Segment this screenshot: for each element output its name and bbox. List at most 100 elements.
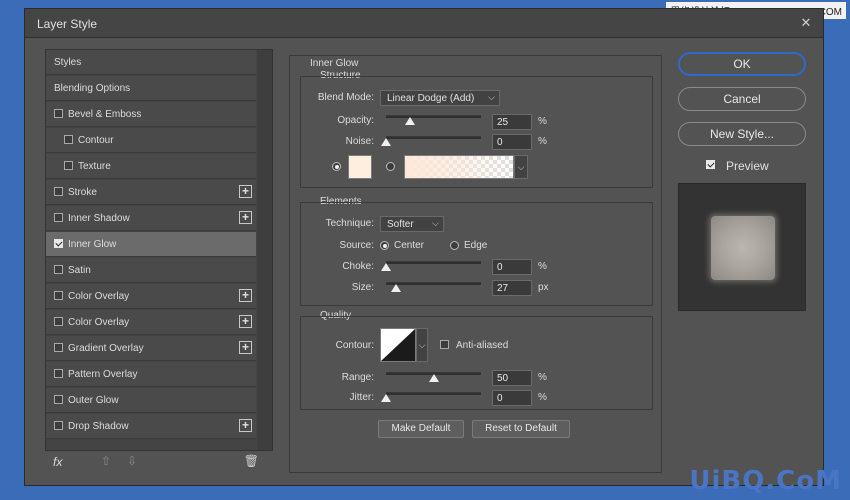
sidebar-item-checkbox[interactable] [54,343,63,352]
sidebar-item[interactable]: Color Overlay + [46,310,256,335]
jitter-slider-thumb[interactable] [381,394,391,402]
choke-input[interactable]: 0 [492,259,532,275]
add-effect-icon[interactable]: + [239,211,252,224]
opacity-slider-thumb[interactable] [404,117,415,125]
size-label: Size: [351,282,374,293]
add-effect-icon[interactable]: + [239,185,252,198]
sidebar-item[interactable]: Pattern Overlay [46,362,256,387]
sidebar-item-checkbox[interactable] [54,187,63,196]
sidebar-item-checkbox[interactable] [54,291,63,300]
glow-gradient-swatch[interactable] [404,155,514,179]
make-default-button[interactable]: Make Default [378,420,464,438]
opacity-label: Opacity: [337,115,374,126]
inner-glow-panel: Inner Glow Structure Blend Mode: Linear … [289,55,662,473]
sidebar-item-label: Inner Shadow [68,213,130,224]
contour-preview[interactable] [380,328,416,362]
size-slider-thumb[interactable] [391,284,402,292]
sidebar-item[interactable]: Texture [46,154,256,179]
contour-chevron-icon[interactable]: ⌵ [416,328,428,362]
anti-aliased-checkbox[interactable] [440,340,449,349]
sidebar-item-label: Texture [78,161,111,172]
opacity-slider-track[interactable] [386,115,481,118]
sidebar-item-label: Bevel & Emboss [68,109,142,120]
close-icon[interactable]: ✕ [799,16,813,30]
cancel-button[interactable]: Cancel [678,87,806,111]
add-effect-icon[interactable]: + [239,341,252,354]
sidebar-item-checkbox[interactable] [64,161,73,170]
title-bar[interactable]: Layer Style ✕ [25,9,823,38]
sidebar-item[interactable]: Bevel & Emboss [46,102,256,127]
choke-slider-track[interactable] [386,261,481,264]
jitter-input[interactable]: 0 [492,390,532,406]
trash-icon[interactable]: 🗑 [244,454,259,468]
blend-mode-label: Blend Mode: [317,92,374,103]
styles-list: Styles Blending Options Bevel & Emboss Cont… [45,49,273,451]
add-effect-icon[interactable]: + [239,419,252,432]
fx-icon[interactable]: fx [53,455,62,469]
sidebar-item[interactable]: Styles [46,50,256,75]
watermark-bottom: UiBQ.CoM [689,466,842,496]
move-up-icon[interactable]: ⇧ [101,454,111,468]
blend-mode-select[interactable]: Linear Dodge (Add) ⌵ [380,90,500,106]
sidebar-item[interactable]: Blending Options [46,76,256,101]
range-unit: % [538,372,547,383]
preview-checkbox[interactable] [706,160,715,169]
glow-color-swatch[interactable] [348,155,372,179]
range-slider-thumb[interactable] [428,374,439,382]
sidebar-item-checkbox[interactable] [54,239,63,248]
sidebar-item-checkbox[interactable] [54,421,63,430]
style-preview [678,183,806,311]
sidebar-item[interactable]: Inner Glow [46,232,256,257]
sidebar-item-checkbox[interactable] [64,135,73,144]
noise-slider-thumb[interactable] [381,138,391,146]
sidebar-item-label: Color Overlay [68,291,130,302]
size-unit: px [538,282,549,293]
sidebar-item-label: Gradient Overlay [68,343,144,354]
opacity-input[interactable]: 25 [492,114,532,130]
sidebar-item[interactable]: Contour [46,128,256,153]
source-edge-radio[interactable] [450,241,459,250]
sidebar-item-label: Satin [68,265,91,276]
move-down-icon[interactable]: ⇩ [127,454,137,468]
add-effect-icon[interactable]: + [239,289,252,302]
source-label: Source: [339,240,374,251]
contour-label: Contour: [335,340,374,351]
anti-aliased-label: Anti-aliased [456,340,509,351]
sidebar-item[interactable]: Outer Glow [46,388,256,413]
styles-list-toolbar: fx ⇧ ⇩ 🗑 [45,449,271,477]
noise-slider-track[interactable] [386,136,481,139]
add-effect-icon[interactable]: + [239,315,252,328]
sidebar-item-checkbox[interactable] [54,265,63,274]
sidebar-item-checkbox[interactable] [54,109,63,118]
size-input[interactable]: 27 [492,280,532,296]
choke-label: Choke: [342,261,374,272]
gradient-chevron-icon[interactable]: ⌵ [514,155,528,179]
sidebar-item[interactable]: Satin [46,258,256,283]
new-style-button[interactable]: New Style... [678,122,806,146]
sidebar-item-label: Outer Glow [68,395,119,406]
sidebar-item-label: Pattern Overlay [68,369,138,380]
range-input[interactable]: 50 [492,370,532,386]
jitter-slider-track[interactable] [386,392,481,395]
sidebar-item-checkbox[interactable] [54,369,63,378]
preview-thumbnail [711,216,775,280]
sidebar-item[interactable]: Drop Shadow + [46,414,256,439]
solid-color-radio[interactable] [332,162,341,171]
blend-mode-value: Linear Dodge (Add) [387,93,475,104]
sidebar-item[interactable]: Gradient Overlay + [46,336,256,361]
list-scrollbar[interactable] [257,50,272,450]
sidebar-item[interactable]: Color Overlay + [46,284,256,309]
reset-to-default-button[interactable]: Reset to Default [472,420,570,438]
choke-slider-thumb[interactable] [381,263,391,271]
sidebar-item-checkbox[interactable] [54,213,63,222]
source-center-radio[interactable] [380,241,389,250]
ok-button[interactable]: OK [678,52,806,76]
sidebar-item[interactable]: Inner Shadow + [46,206,256,231]
noise-input[interactable]: 0 [492,134,532,150]
sidebar-item-checkbox[interactable] [54,395,63,404]
technique-value: Softer [387,219,414,230]
sidebar-item-checkbox[interactable] [54,317,63,326]
technique-select[interactable]: Softer ⌵ [380,216,444,232]
gradient-radio[interactable] [386,162,395,171]
sidebar-item[interactable]: Stroke + [46,180,256,205]
